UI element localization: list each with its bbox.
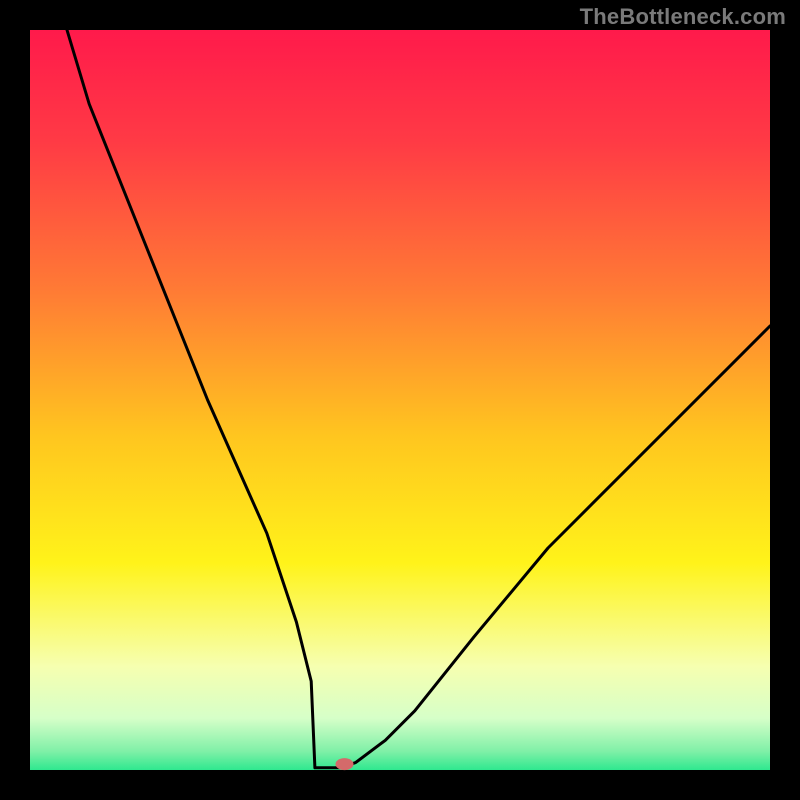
- minimum-marker: [336, 758, 354, 770]
- bottleneck-plot: [0, 0, 800, 800]
- plot-background: [30, 30, 770, 770]
- chart-frame: TheBottleneck.com: [0, 0, 800, 800]
